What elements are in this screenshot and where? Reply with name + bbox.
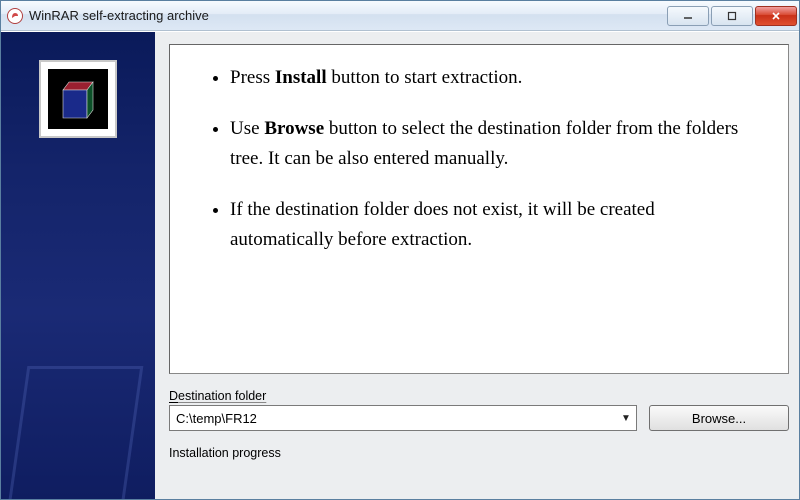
chevron-down-icon: ▼ xyxy=(620,413,632,424)
package-cube-icon xyxy=(48,69,108,129)
instr1-bold: Install xyxy=(275,67,327,88)
window-controls xyxy=(667,6,797,26)
instruction-item: Use Browse button to select the destinat… xyxy=(230,114,760,173)
destination-value: C:\temp\FR12 xyxy=(176,411,620,426)
installer-window: WinRAR self-extracting archive xyxy=(0,0,800,500)
client-area: Press Install button to start extraction… xyxy=(1,31,799,499)
titlebar[interactable]: WinRAR self-extracting archive xyxy=(1,1,799,31)
instr1-post: button to start extraction. xyxy=(327,67,523,88)
destination-section: Destination folder C:\temp\FR12 ▼ Browse… xyxy=(169,388,789,431)
minimize-button[interactable] xyxy=(667,6,709,26)
sidebar-icon-frame xyxy=(39,60,117,138)
maximize-button[interactable] xyxy=(711,6,753,26)
destination-combobox[interactable]: C:\temp\FR12 ▼ xyxy=(169,405,637,431)
instr2-pre: Use xyxy=(230,118,264,139)
close-button[interactable] xyxy=(755,6,797,26)
progress-section: Installation progress xyxy=(169,445,789,462)
instr3: If the destination folder does not exist… xyxy=(230,199,655,249)
window-title: WinRAR self-extracting archive xyxy=(29,8,667,23)
sidebar xyxy=(1,32,155,499)
instruction-item: If the destination folder does not exist… xyxy=(230,195,760,254)
browse-button[interactable]: Browse... xyxy=(649,405,789,431)
progress-label: Installation progress xyxy=(169,446,281,460)
instr1-pre: Press xyxy=(230,67,275,88)
main-area: Press Install button to start extraction… xyxy=(169,44,789,499)
instruction-item: Press Install button to start extraction… xyxy=(230,63,760,92)
destination-label: Destination folder xyxy=(169,389,266,403)
instr2-bold: Browse xyxy=(264,118,324,139)
instructions-panel: Press Install button to start extraction… xyxy=(169,44,789,374)
app-icon xyxy=(7,8,23,24)
